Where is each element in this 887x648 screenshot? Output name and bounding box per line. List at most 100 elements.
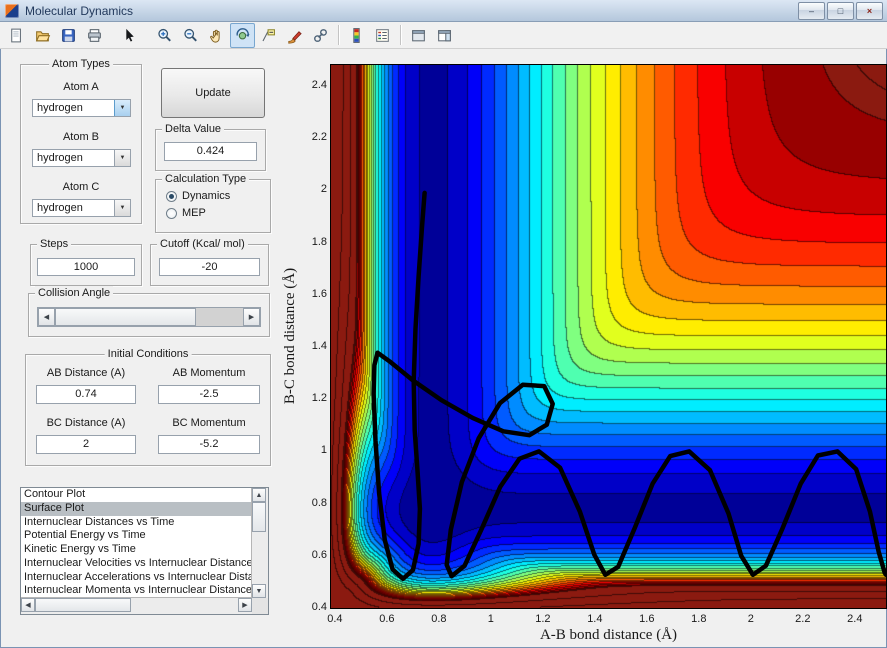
atom-c-label: Atom C <box>62 181 100 193</box>
slider-thumb[interactable] <box>55 308 196 326</box>
list-item[interactable]: Potential Energy vs Time <box>21 529 252 543</box>
hide-plot-tools-button[interactable] <box>406 23 431 48</box>
x-axis-label: A-B bond distance (Å) <box>539 627 678 643</box>
y-tick-label: 1.2 <box>311 392 327 405</box>
chevron-down-icon[interactable] <box>114 150 130 166</box>
y-tick-label: 2.4 <box>311 78 327 91</box>
insert-legend-icon <box>376 28 389 42</box>
insert-colorbar-icon <box>353 27 360 43</box>
chevron-down-icon[interactable] <box>114 200 130 216</box>
toolbar-separator <box>400 25 402 45</box>
atom-b-select[interactable]: hydrogen <box>32 149 131 167</box>
titlebar[interactable]: Molecular Dynamics – □ × <box>0 0 887 22</box>
radio-mep[interactable]: MEP <box>166 207 268 219</box>
ab-momentum-label: AB Momentum <box>172 367 246 379</box>
link-plot-icon <box>314 28 327 42</box>
plot-area[interactable] <box>330 64 887 609</box>
rotate-3d-button[interactable] <box>230 22 255 48</box>
zoom-in-button[interactable] <box>152 23 177 48</box>
scroll-right-arrow[interactable] <box>238 598 252 612</box>
list-item[interactable]: Surface Plot <box>21 501 252 516</box>
steps-field[interactable]: 1000 <box>37 258 135 276</box>
radio-dynamics[interactable]: Dynamics <box>166 190 268 202</box>
list-item[interactable]: Internuclear Velocities vs Internuclear … <box>21 557 252 571</box>
list-item[interactable]: Internuclear Accelerations vs Internucle… <box>21 571 252 585</box>
atom-b-label: Atom B <box>62 131 100 143</box>
atom-c-select[interactable]: hydrogen <box>32 199 131 217</box>
delta-value-field[interactable]: 0.424 <box>164 142 257 161</box>
x-tick-label: 1.4 <box>587 613 603 625</box>
x-tick-label: 2 <box>747 613 754 625</box>
ab-momentum-field[interactable]: -2.5 <box>158 385 260 404</box>
ab-distance-field[interactable]: 0.74 <box>36 385 136 404</box>
initial-conditions-panel: Initial Conditions AB Distance (A) AB Mo… <box>25 347 271 466</box>
listbox-horizontal-scrollbar[interactable] <box>21 597 252 614</box>
radio-icon <box>166 190 177 202</box>
brush-data-button[interactable] <box>282 23 307 48</box>
scroll-thumb[interactable] <box>252 502 266 532</box>
bc-distance-field[interactable]: 2 <box>36 435 136 454</box>
y-tick-label: 0.8 <box>311 496 327 509</box>
scrollbar-corner <box>252 598 268 614</box>
x-tick-label: 1.2 <box>535 613 551 625</box>
pan-icon <box>210 29 220 43</box>
new-figure-button[interactable] <box>4 23 29 48</box>
restore-button[interactable]: □ <box>827 2 854 20</box>
x-tick-label: 1.6 <box>639 613 655 625</box>
update-button[interactable]: Update <box>161 68 265 118</box>
show-plot-tools-button[interactable] <box>432 23 457 48</box>
list-item[interactable]: Internuclear Momenta vs Internuclear Dis… <box>21 584 252 598</box>
scroll-up-arrow[interactable] <box>252 488 266 502</box>
new-figure-icon <box>11 28 21 42</box>
hide-plot-tools-icon <box>412 29 425 41</box>
open-file-icon <box>35 30 51 41</box>
x-tick-label: 0.8 <box>431 613 447 625</box>
y-axis-label: B-C bond distance (Å) <box>282 267 298 405</box>
atom-b-value: hydrogen <box>37 152 83 164</box>
insert-legend-button[interactable] <box>370 23 395 48</box>
x-tick-label: 1.8 <box>691 613 707 625</box>
calculation-type-panel: Calculation Type Dynamics MEP <box>155 172 271 233</box>
update-button-label: Update <box>195 87 231 99</box>
radio-label: Dynamics <box>182 190 231 202</box>
scroll-thumb[interactable] <box>35 598 131 612</box>
list-item[interactable]: Internuclear Distances vs Time <box>21 516 252 530</box>
open-file-button[interactable] <box>30 23 55 48</box>
save-figure-button[interactable] <box>56 23 81 48</box>
slider-right-arrow[interactable] <box>243 308 260 326</box>
brush-data-icon <box>288 30 302 44</box>
print-figure-button[interactable] <box>82 23 107 48</box>
scroll-left-arrow[interactable] <box>21 598 35 612</box>
listbox-vertical-scrollbar[interactable] <box>251 488 268 598</box>
plot-type-listbox[interactable]: Contour Plot Surface Plot Internuclear Dis… <box>20 487 269 615</box>
toolbar <box>0 22 887 49</box>
application-window: Molecular Dynamics – □ × Atom Types Atom… <box>0 0 887 648</box>
listbox-items: Contour Plot Surface Plot Internuclear Dis… <box>21 488 252 598</box>
scroll-down-arrow[interactable] <box>252 584 266 598</box>
calculation-options: Dynamics MEP <box>166 190 268 224</box>
potential-surface-canvas[interactable] <box>331 65 886 608</box>
bc-momentum-field[interactable]: -5.2 <box>158 435 260 454</box>
window-controls: – □ × <box>798 2 883 20</box>
list-item[interactable]: Kinetic Energy vs Time <box>21 543 252 557</box>
minimize-button[interactable]: – <box>798 2 825 20</box>
insert-colorbar-button[interactable] <box>344 23 369 48</box>
panel-title: Calculation Type <box>162 172 250 186</box>
slider-left-arrow[interactable] <box>38 308 55 326</box>
x-tick-label: 0.6 <box>379 613 395 625</box>
rotate-3d-icon <box>236 27 250 39</box>
collision-angle-slider[interactable] <box>37 307 261 327</box>
list-item[interactable]: Contour Plot <box>21 488 252 502</box>
data-cursor-button[interactable] <box>256 23 281 48</box>
cutoff-field[interactable]: -20 <box>159 258 260 276</box>
zoom-out-button[interactable] <box>178 23 203 48</box>
radio-icon <box>166 207 177 219</box>
close-button[interactable]: × <box>856 2 883 20</box>
link-plot-button[interactable] <box>308 23 333 48</box>
pan-button[interactable] <box>204 23 229 48</box>
atom-types-panel: Atom Types Atom A hydrogen Atom B hydrog… <box>20 57 142 224</box>
atom-a-select[interactable]: hydrogen <box>32 99 131 117</box>
chevron-down-icon[interactable] <box>114 100 130 116</box>
edit-plot-button[interactable] <box>117 23 142 48</box>
collision-angle-panel: Collision Angle <box>28 286 270 337</box>
